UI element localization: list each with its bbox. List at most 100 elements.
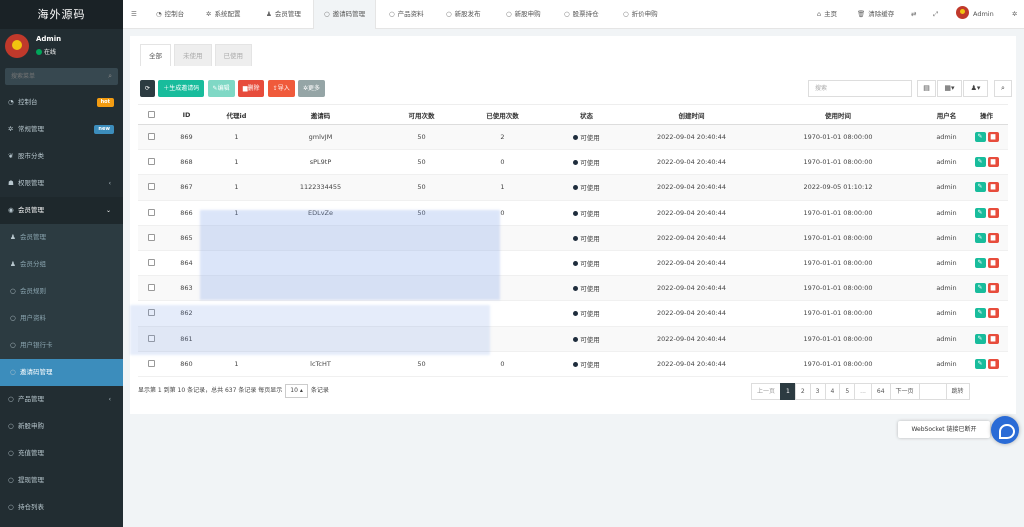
refresh-button[interactable]: ⟳	[140, 80, 156, 97]
jump-button[interactable]: 跳转	[945, 383, 970, 400]
row-checkbox[interactable]	[138, 124, 165, 151]
tab-discount-subscribe[interactable]: ○ 折价申购	[623, 0, 658, 29]
sidebar-item-positions[interactable]: ○ 持仓列表	[0, 494, 123, 521]
row-delete-button[interactable]: ▆	[987, 308, 999, 319]
sidebar-item-member-rules[interactable]: ○ 会员规则	[0, 278, 123, 305]
brand-logo[interactable]: 海外源码	[0, 0, 123, 29]
header-created-at[interactable]: 创建时间	[635, 104, 748, 125]
tab-unused[interactable]: 未使用	[174, 44, 212, 66]
sidebar-item-recharge[interactable]: ○ 充值管理	[0, 440, 123, 467]
page-button[interactable]: 3	[809, 383, 826, 400]
row-edit-button[interactable]: ✎	[974, 132, 986, 143]
row-checkbox[interactable]	[138, 275, 165, 302]
clear-cache-button[interactable]: 🗑 清除缓存	[857, 0, 894, 29]
row-edit-button[interactable]: ✎	[974, 207, 986, 218]
advanced-search-button[interactable]: ⌕	[994, 80, 1012, 97]
row-edit-button[interactable]: ✎	[974, 333, 986, 344]
fullscreen-button[interactable]: ⤢	[933, 0, 941, 29]
page-jump-input[interactable]	[918, 383, 947, 400]
row-delete-button[interactable]: ▆	[987, 358, 999, 369]
sidebar-item-dashboard[interactable]: ◔ 控制台 hot	[0, 89, 123, 116]
search-icon[interactable]: ⌕	[108, 72, 112, 81]
tab-stock-holdings[interactable]: ○ 股票持仓	[564, 0, 599, 29]
sidebar-item-members[interactable]: ◉ 会员管理 ⌄	[0, 197, 123, 224]
tab-dashboard[interactable]: ◔ 控制台	[156, 0, 184, 29]
home-link[interactable]: ⌂ 主页	[817, 0, 837, 29]
row-checkbox[interactable]	[138, 250, 165, 277]
row-checkbox[interactable]	[138, 200, 165, 226]
user-menu[interactable]: Admin	[956, 0, 994, 29]
tab-used[interactable]: 已使用	[214, 44, 252, 66]
sidebar-toggle[interactable]: ☰	[131, 0, 140, 29]
next-page-button[interactable]: 下一页	[889, 383, 920, 400]
header-used[interactable]: 已使用次数	[467, 104, 538, 125]
row-edit-button[interactable]: ✎	[974, 182, 986, 193]
row-delete-button[interactable]: ▆	[987, 207, 999, 218]
table-row[interactable]: 868 1 sPL9tP 50 0 可使用 2022-09-04 20:40:44 1970-…	[138, 149, 1008, 176]
page-size-select[interactable]: 10 ▴	[285, 384, 308, 398]
prev-page-button[interactable]: 上一页	[751, 383, 782, 400]
header-id[interactable]: ID	[165, 104, 208, 125]
row-delete-button[interactable]: ▆	[987, 333, 999, 344]
toggle-view-button[interactable]: ▤	[917, 80, 936, 97]
row-checkbox[interactable]	[138, 149, 165, 176]
more-button[interactable]: ✲更多	[297, 80, 326, 97]
row-delete-button[interactable]: ▆	[987, 258, 999, 269]
sidebar-item-withdraw[interactable]: ○ 提现管理	[0, 467, 123, 494]
sidebar-item-member-manage[interactable]: ♟ 会员管理	[0, 224, 123, 251]
sidebar-item-user-bankcard[interactable]: ○ 用户银行卡	[0, 332, 123, 359]
row-edit-button[interactable]: ✎	[974, 358, 986, 369]
settings-button[interactable]: ✲	[1012, 0, 1020, 29]
page-button[interactable]: 1	[780, 383, 796, 400]
row-delete-button[interactable]: ▆	[987, 157, 999, 168]
row-checkbox[interactable]	[138, 225, 165, 251]
header-available[interactable]: 可用次数	[376, 104, 467, 125]
header-invite-code[interactable]: 邀请码	[265, 104, 376, 125]
sidebar-item-invite-codes[interactable]: ○ 邀请码管理	[0, 359, 123, 386]
row-edit-button[interactable]: ✎	[974, 283, 986, 294]
row-delete-button[interactable]: ▆	[987, 283, 999, 294]
table-row[interactable]: 869 1 gmlvJM 50 2 可使用 2022-09-04 20:40:44 1970-…	[138, 124, 1008, 151]
sidebar-item-stock-category[interactable]: ❦ 股市分类	[0, 143, 123, 170]
row-delete-button[interactable]: ▆	[987, 182, 999, 193]
table-row[interactable]: 867 1 1122334455 50 1 可使用 2022-09-04 20:40:44 2…	[138, 174, 1008, 201]
page-button[interactable]: 5	[839, 383, 856, 400]
row-edit-button[interactable]: ✎	[974, 157, 986, 168]
row-edit-button[interactable]: ✎	[974, 258, 986, 269]
tab-products[interactable]: ○ 产品资料	[389, 0, 424, 29]
header-agent-id[interactable]: 代理id	[208, 104, 265, 125]
page-button[interactable]: 64	[870, 383, 891, 400]
tab-ipo-subscribe[interactable]: ○ 新股申购	[506, 0, 541, 29]
chat-bubble-icon[interactable]	[991, 416, 1019, 444]
import-button[interactable]: ⇪导入	[267, 80, 295, 97]
sidebar-item-permissions[interactable]: ☗ 权限管理 ‹	[0, 170, 123, 197]
delete-button[interactable]: ▆删除	[237, 80, 265, 97]
row-delete-button[interactable]: ▆	[987, 132, 999, 143]
page-button[interactable]: 4	[824, 383, 841, 400]
tab-invite-codes[interactable]: ○ 邀请码管理	[313, 0, 377, 29]
sidebar-item-user-profile[interactable]: ○ 用户资料	[0, 305, 123, 332]
select-all-checkbox[interactable]	[138, 104, 165, 125]
sidebar-item-member-group[interactable]: ♟ 会员分组	[0, 251, 123, 278]
header-status[interactable]: 状态	[538, 104, 635, 125]
export-button[interactable]: ♟▾	[963, 80, 988, 97]
row-checkbox[interactable]	[138, 174, 165, 201]
columns-button[interactable]: ▦▾	[937, 80, 962, 97]
language-button[interactable]: ⇄	[911, 0, 919, 29]
row-delete-button[interactable]: ▆	[987, 232, 999, 243]
tab-system-config[interactable]: ✲ 系统配置	[206, 0, 240, 29]
tab-ipo-publish[interactable]: ○ 新股发布	[446, 0, 481, 29]
page-button[interactable]: 2	[794, 383, 811, 400]
sidebar-item-general[interactable]: ✲ 常规管理 new	[0, 116, 123, 143]
edit-button[interactable]: ✎编辑	[207, 80, 235, 97]
table-search-input[interactable]: 搜索	[808, 80, 912, 97]
tab-members[interactable]: ♟ 会员管理	[266, 0, 301, 29]
sidebar-search-input[interactable]	[5, 68, 100, 85]
sidebar-item-ipo-subscribe[interactable]: ○ 新股申购	[0, 413, 123, 440]
tab-all[interactable]: 全部	[140, 44, 171, 66]
generate-code-button[interactable]: ＋生成邀请码	[158, 80, 205, 97]
header-username[interactable]: 用户名	[928, 104, 965, 125]
header-used-at[interactable]: 使用时间	[748, 104, 928, 125]
row-edit-button[interactable]: ✎	[974, 232, 986, 243]
row-edit-button[interactable]: ✎	[974, 308, 986, 319]
